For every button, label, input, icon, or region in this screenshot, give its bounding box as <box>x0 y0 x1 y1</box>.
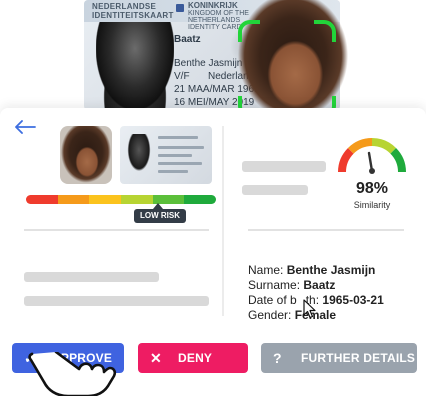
id-thumbnail-line <box>158 146 204 149</box>
id-thumbnail-line <box>158 136 198 139</box>
risk-segment <box>26 195 58 204</box>
detail-label: Name: <box>248 263 284 277</box>
deny-label: DENY <box>178 351 213 365</box>
scan-corner <box>314 20 336 42</box>
id-thumbnail-line <box>158 154 192 157</box>
id-thumbnail-photo <box>126 134 152 174</box>
further-details-button[interactable]: ? FURTHER DETAILS <box>261 343 417 373</box>
risk-segment <box>89 195 122 204</box>
deny-button[interactable]: ✕ DENY <box>138 343 248 373</box>
face-scan-frame <box>238 20 336 118</box>
question-icon: ? <box>273 350 282 366</box>
detail-value: 1965-03-21 <box>322 293 384 307</box>
id-card-country: NEDERLANDSE IDENTITEITSKAART <box>92 2 174 20</box>
placeholder-line <box>242 185 308 195</box>
risk-segment <box>121 195 153 204</box>
risk-segment <box>57 195 90 204</box>
detail-surname: Surname: Baatz <box>248 278 384 293</box>
placeholder-line <box>24 272 159 282</box>
selfie-thumbnail[interactable] <box>60 126 112 184</box>
risk-badge: LOW RISK <box>134 209 186 223</box>
detail-value: Baatz <box>303 278 336 292</box>
id-card-kingdom-title: KONINKRIJK <box>188 1 238 10</box>
hand-cursor-icon <box>28 352 117 396</box>
arrow-left-icon[interactable] <box>14 120 38 136</box>
close-icon: ✕ <box>150 350 162 366</box>
id-thumbnail[interactable] <box>120 126 212 184</box>
divider <box>248 229 404 231</box>
similarity-gauge <box>338 138 406 174</box>
scan-corner <box>238 20 260 42</box>
detail-label: Gender: <box>248 308 292 322</box>
risk-segment <box>184 195 216 204</box>
id-card-surname: Baatz <box>174 34 201 45</box>
mouse-pointer-icon <box>303 299 316 319</box>
similarity-value: 98% <box>355 180 389 197</box>
divider <box>24 229 209 231</box>
similarity-label: Similarity <box>353 200 391 210</box>
id-card-photo <box>96 22 174 110</box>
detail-name: Name: Benthe Jasmijn <box>248 263 384 278</box>
detail-label: Date of b <box>248 293 297 307</box>
id-thumbnail-line <box>158 170 188 173</box>
id-card-given-names: Benthe Jasmijn <box>174 58 243 69</box>
flag-icon <box>176 4 184 12</box>
risk-scale-bar <box>26 195 216 204</box>
further-details-label: FURTHER DETAILS <box>301 351 416 365</box>
id-card-sex: V/F <box>174 71 190 82</box>
gauge-needle <box>367 151 375 174</box>
placeholder-line <box>24 296 209 306</box>
detail-label: Surname: <box>248 278 301 292</box>
id-thumbnail-line <box>158 162 202 165</box>
detail-value: Benthe Jasmijn <box>286 263 376 277</box>
column-divider <box>222 126 224 316</box>
placeholder-line <box>242 161 326 172</box>
